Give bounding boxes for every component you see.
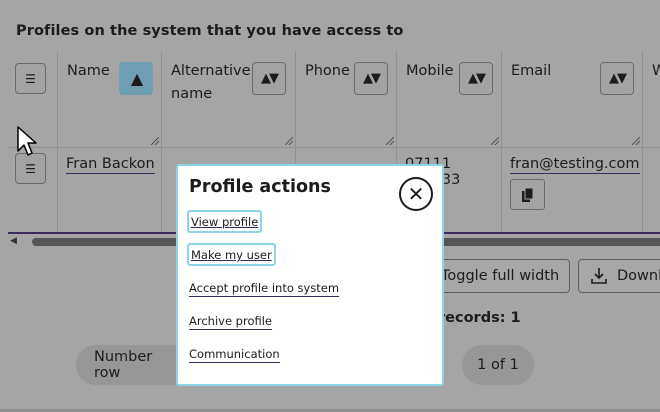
email-link[interactable]: fran@testing.com — [510, 156, 640, 174]
header-next-column: W — [643, 51, 660, 147]
sort-phone-button[interactable]: ▲▼ — [354, 62, 388, 95]
sort-asc-icon: ▲ — [130, 69, 143, 88]
menu-icon: ☰ — [25, 161, 36, 176]
sort-name-button[interactable]: ▲ — [119, 62, 153, 95]
row-menu-cell: ☰ — [8, 147, 58, 232]
column-header-mobile: Mobile — [406, 63, 454, 79]
archive-profile-link[interactable]: Archive profile — [189, 313, 273, 330]
resize-grip[interactable] — [491, 137, 499, 145]
sort-alternative-name-button[interactable]: ▲▼ — [252, 62, 286, 95]
column-header-alternative-name: Alternative name — [171, 63, 251, 102]
copy-icon — [521, 187, 533, 202]
profile-actions-modal: Profile actions ✕ View profile Make my u… — [176, 164, 444, 386]
close-icon: ✕ — [407, 182, 425, 206]
records-count: records: 1 — [438, 310, 521, 326]
page-info: 1 of 1 — [477, 357, 519, 373]
copy-email-button[interactable] — [510, 179, 545, 210]
resize-grip[interactable] — [151, 137, 159, 145]
sort-icon: ▲▼ — [468, 71, 486, 86]
column-header-name: Name — [67, 63, 110, 79]
download-icon — [591, 268, 607, 284]
column-header-next: W — [652, 60, 660, 83]
header-phone: Phone ▲▼ — [296, 51, 397, 147]
header-email: Email ▲▼ — [502, 51, 643, 147]
header-mobile: Mobile ▲▼ — [397, 51, 502, 147]
sort-email-button[interactable]: ▲▼ — [600, 62, 634, 95]
accept-profile-link[interactable]: Accept profile into system — [189, 280, 340, 297]
close-modal-button[interactable]: ✕ — [399, 177, 433, 211]
profile-name-link[interactable]: Fran Backon — [66, 156, 155, 174]
column-header-phone: Phone — [305, 63, 350, 79]
download-button[interactable]: Downl — [578, 259, 660, 293]
resize-grip[interactable] — [285, 137, 293, 145]
sort-icon: ▲▼ — [363, 71, 381, 86]
page-heading: Profiles on the system that you have acc… — [16, 23, 404, 39]
resize-grip[interactable] — [386, 137, 394, 145]
menu-icon: ☰ — [25, 71, 36, 86]
column-menu-button[interactable]: ☰ — [15, 63, 46, 94]
page-indicator: 1 of 1 — [462, 345, 534, 385]
sort-icon: ▲▼ — [609, 71, 627, 86]
communication-link[interactable]: Communication — [189, 346, 280, 363]
cell-name: Fran Backon — [58, 147, 162, 232]
header-alternative-name: Alternative name ▲▼ — [162, 51, 296, 147]
resize-grip[interactable] — [632, 137, 640, 145]
view-profile-link[interactable]: View profile — [187, 210, 263, 233]
number-rows-label: Number row — [94, 349, 153, 381]
toggle-full-width-button[interactable]: Toggle full width — [430, 259, 571, 293]
toggle-full-width-label: Toggle full width — [441, 268, 560, 284]
row-menu-button[interactable]: ☰ — [15, 153, 46, 184]
sort-mobile-button[interactable]: ▲▼ — [459, 62, 493, 95]
cell-next-column — [643, 147, 660, 232]
make-my-user-link[interactable]: Make my user — [187, 243, 276, 266]
header-name: Name ▲ — [58, 51, 162, 147]
column-header-email: Email — [511, 63, 552, 79]
download-label: Downl — [617, 268, 660, 284]
cell-email: fran@testing.com — [502, 147, 643, 232]
modal-title: Profile actions — [189, 177, 331, 197]
sort-icon: ▲▼ — [261, 71, 279, 86]
scroll-left-icon[interactable]: ◀ — [10, 236, 17, 246]
mouse-cursor-icon — [17, 126, 37, 156]
